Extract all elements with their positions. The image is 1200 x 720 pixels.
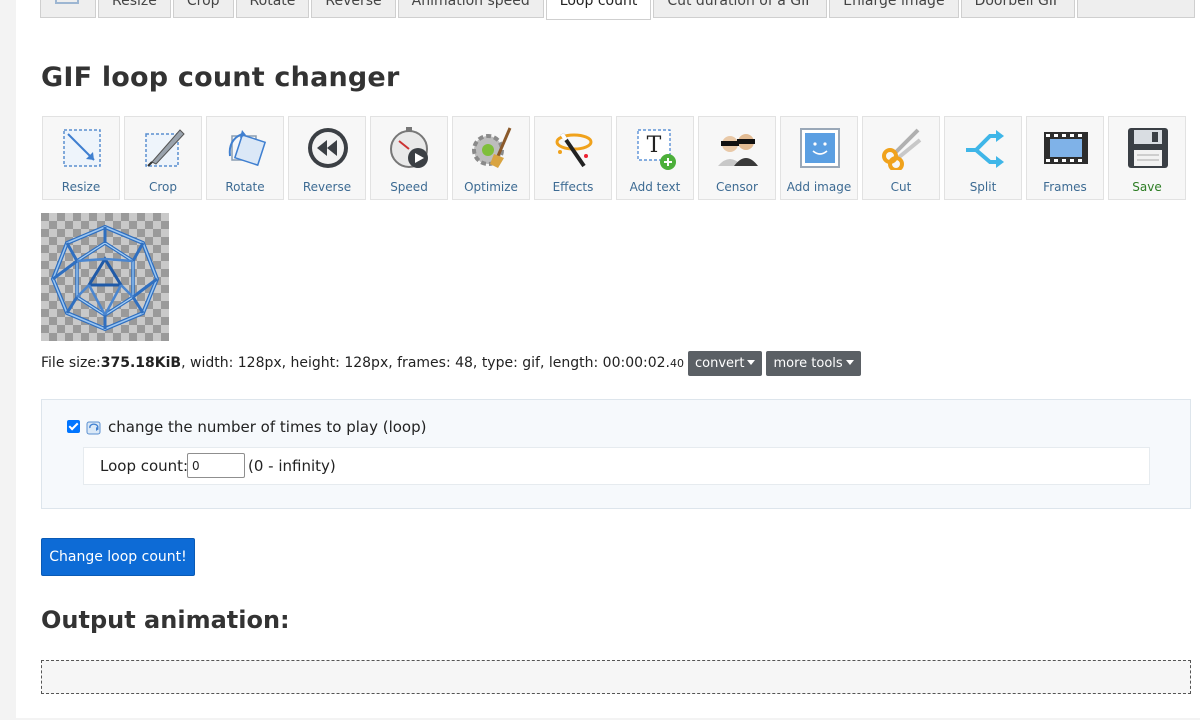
tool-label: Speed <box>390 180 428 194</box>
loop-count-label: Loop count: <box>100 457 189 475</box>
rotate-icon <box>224 125 268 171</box>
split-icon <box>962 125 1006 171</box>
polyhedron-image <box>50 224 160 332</box>
tool-label: Reverse <box>302 180 352 194</box>
output-area <box>41 660 1191 694</box>
file-details: , width: 128px, height: 128px, frames: 4… <box>181 355 670 371</box>
tool-toolbar: Resize Crop Rotate Reverse Speed Optimiz… <box>42 116 1190 200</box>
change-loop-count-button[interactable]: Change loop count! <box>41 538 195 576</box>
tool-optimize[interactable]: Optimize <box>452 116 530 200</box>
speed-icon <box>388 125 432 171</box>
tool-reverse[interactable]: Reverse <box>288 116 366 200</box>
tab-animation-speed[interactable]: Animation speed <box>397 0 544 18</box>
tool-label: Crop <box>148 180 177 194</box>
more-tools-dropdown[interactable]: more tools <box>766 350 861 376</box>
tool-effects[interactable]: Effects <box>534 116 612 200</box>
tool-label: Add text <box>629 180 681 194</box>
loop-icon <box>86 420 102 436</box>
chevron-down-icon <box>845 359 854 365</box>
file-size-value: 375.18KiB <box>100 355 182 371</box>
tab-enlarge-image[interactable]: Enlarge image <box>829 0 959 18</box>
tool-split[interactable]: Split <box>944 116 1022 200</box>
loop-option-label: change the number of times to play (loop… <box>108 418 427 436</box>
tool-label: Frames <box>1043 180 1087 194</box>
optimize-icon <box>470 125 514 171</box>
loop-count-input[interactable] <box>187 453 245 478</box>
svg-text:T: T <box>647 133 662 158</box>
tool-save[interactable]: Save <box>1108 116 1186 200</box>
tab-frames[interactable] <box>40 0 96 18</box>
tab-doorbell-gif[interactable]: Doorbell GIF <box>960 0 1075 18</box>
tab-crop[interactable]: Crop <box>172 0 234 18</box>
tool-label: Resize <box>61 180 101 194</box>
tool-rotate[interactable]: Rotate <box>206 116 284 200</box>
file-length-ms: 40 <box>670 356 684 370</box>
tab-rotate[interactable]: Rotate <box>235 0 310 18</box>
tool-label: Split <box>969 180 997 194</box>
floppy-disk-icon <box>1126 125 1170 171</box>
file-size-label: File size: <box>41 355 101 371</box>
tool-label: Rotate <box>225 180 265 194</box>
gif-preview <box>41 213 169 341</box>
tool-label: Censor <box>716 180 758 194</box>
add-text-icon: T <box>634 125 678 171</box>
tool-label: Save <box>1132 180 1162 194</box>
loop-checkbox[interactable] <box>67 420 80 433</box>
resize-icon <box>60 125 104 171</box>
convert-dropdown[interactable]: convert <box>688 350 763 376</box>
censor-icon <box>716 125 760 171</box>
crop-icon <box>142 125 186 171</box>
tool-tabs: Resize Crop Rotate Reverse Animation spe… <box>40 0 1197 20</box>
convert-label: convert <box>695 355 745 371</box>
tool-label: Optimize <box>464 180 518 194</box>
tool-label: Effects <box>552 180 594 194</box>
tool-add-image[interactable]: Add image <box>780 116 858 200</box>
tab-resize[interactable]: Resize <box>98 0 171 18</box>
scissors-icon <box>880 125 924 171</box>
loop-count-range: (0 - infinity) <box>248 457 336 475</box>
page-title: GIF loop count changer <box>41 62 400 93</box>
effects-icon <box>552 125 596 171</box>
reverse-icon <box>306 125 350 171</box>
tab-more[interactable] <box>1077 0 1195 18</box>
tool-frames[interactable]: Frames <box>1026 116 1104 200</box>
tool-add-text[interactable]: T Add text <box>616 116 694 200</box>
tool-censor[interactable]: Censor <box>698 116 776 200</box>
chevron-down-icon <box>747 359 756 365</box>
tool-cut[interactable]: Cut <box>862 116 940 200</box>
main-page: Resize Crop Rotate Reverse Animation spe… <box>16 0 1200 718</box>
tool-label: Cut <box>890 180 912 194</box>
more-tools-label: more tools <box>773 355 843 371</box>
tab-reverse[interactable]: Reverse <box>311 0 396 18</box>
tool-resize[interactable]: Resize <box>42 116 120 200</box>
tool-crop[interactable]: Crop <box>124 116 202 200</box>
file-info: File size: 375.18KiB, width: 128px, heig… <box>41 350 861 376</box>
loop-count-row: Loop count: (0 - infinity) <box>83 447 1150 485</box>
output-title: Output animation: <box>41 606 290 634</box>
film-icon <box>1044 125 1088 171</box>
tool-speed[interactable]: Speed <box>370 116 448 200</box>
tool-label: Add image <box>786 180 852 194</box>
frames-icon <box>55 0 79 4</box>
tab-cut-duration[interactable]: Cut duration of a GIF <box>653 0 828 18</box>
tab-loop-count[interactable]: Loop count <box>545 0 652 20</box>
options-panel: change the number of times to play (loop… <box>41 399 1191 509</box>
add-image-icon <box>798 125 842 171</box>
